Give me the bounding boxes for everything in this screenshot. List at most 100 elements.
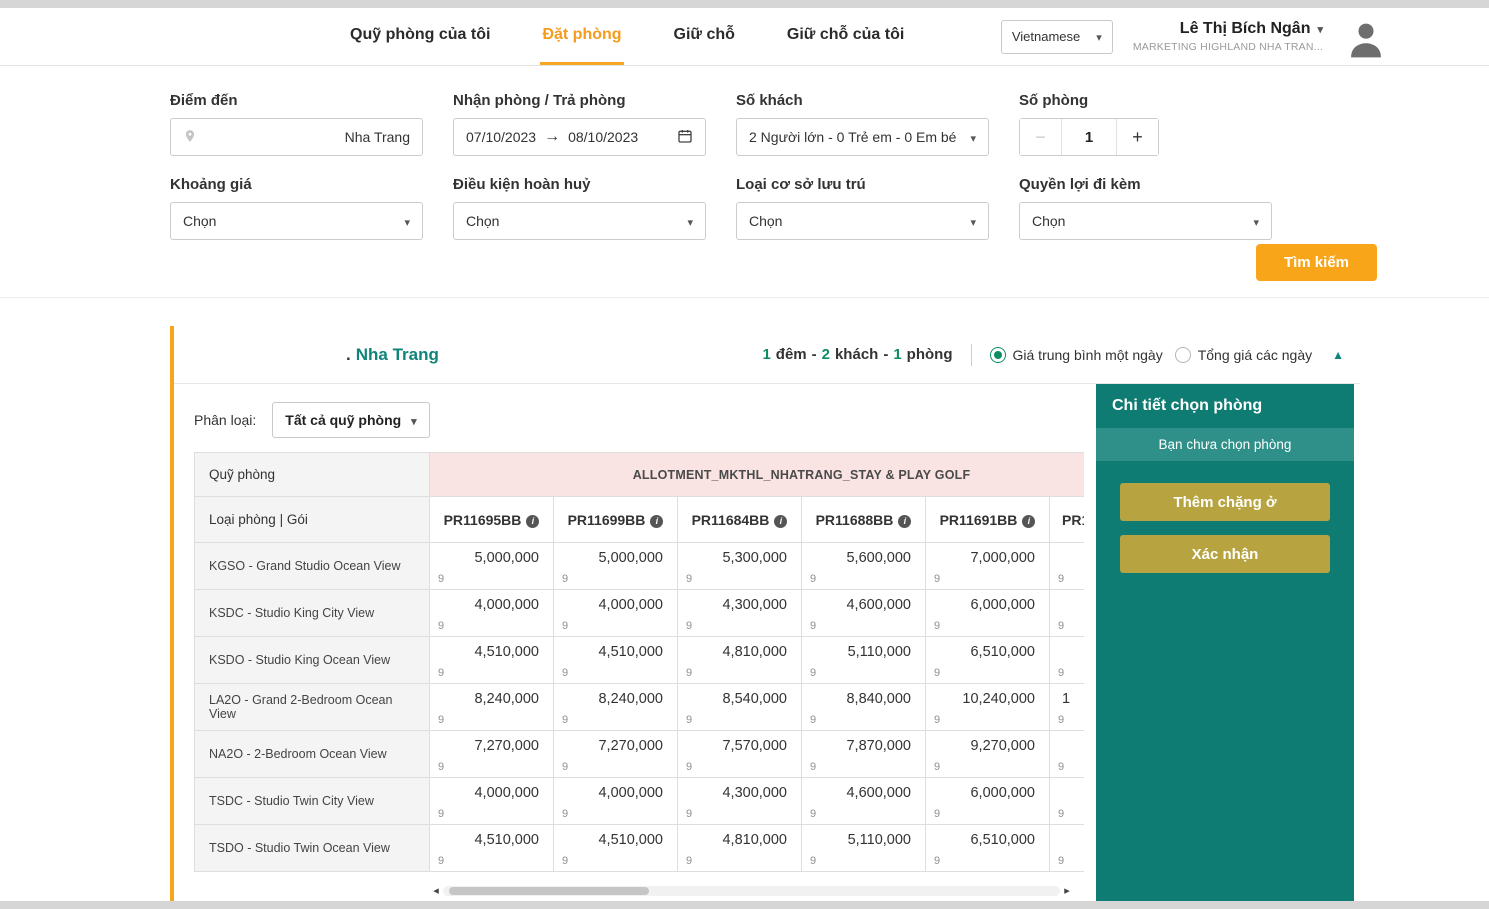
price-cell[interactable]: 10,240,0009	[926, 684, 1050, 731]
price-cell[interactable]: 4,510,0009	[430, 637, 554, 684]
radio-total-price[interactable]: Tổng giá các ngày	[1175, 347, 1312, 363]
price-cell[interactable]: 9	[1050, 825, 1085, 872]
availability-count: 9	[934, 714, 940, 726]
nav-tab-3[interactable]: Giữ chỗ	[672, 8, 737, 65]
price-cell[interactable]: 7,270,0009	[430, 731, 554, 778]
price-cell[interactable]: 8,540,0009	[678, 684, 802, 731]
scroll-left-arrow-icon[interactable]	[429, 884, 443, 897]
daterange-input[interactable]: 07/10/2023 08/10/2023	[453, 118, 706, 156]
table-row: TSDO - Studio Twin Ocean View4,510,00094…	[195, 825, 1085, 872]
confirm-button[interactable]: Xác nhận	[1120, 535, 1330, 573]
price-cell[interactable]: 8,840,0009	[802, 684, 926, 731]
price-cell[interactable]: 4,300,0009	[678, 778, 802, 825]
search-button[interactable]: Tìm kiếm	[1256, 244, 1377, 281]
price-cell[interactable]: 8,240,0009	[554, 684, 678, 731]
price-cell[interactable]: 7,570,0009	[678, 731, 802, 778]
avatar[interactable]	[1343, 14, 1389, 60]
price-value: 4,510,000	[474, 832, 539, 848]
scrollbar-thumb[interactable]	[449, 887, 649, 895]
price-cell[interactable]: 5,000,0009	[554, 543, 678, 590]
price-value: 1	[1062, 691, 1070, 707]
price-cell[interactable]: 5,600,0009	[802, 543, 926, 590]
table-horizontal-scrollbar[interactable]	[429, 884, 1074, 897]
room-type-column-header: Loại phòng | Gói	[195, 497, 430, 543]
price-cell[interactable]: 6,510,0009	[926, 637, 1050, 684]
destination-input[interactable]: Nha Trang	[170, 118, 423, 156]
price-cell[interactable]: 5,300,0009	[678, 543, 802, 590]
price-cell[interactable]: 4,510,0009	[430, 825, 554, 872]
language-value: Vietnamese	[1012, 29, 1080, 44]
add-stay-button[interactable]: Thêm chặng ở	[1120, 483, 1330, 521]
info-icon[interactable]	[1022, 515, 1035, 528]
info-icon[interactable]	[650, 515, 663, 528]
price-cell[interactable]: 6,000,0009	[926, 590, 1050, 637]
price-cell[interactable]: 5,110,0009	[802, 637, 926, 684]
guests-label: Số khách	[736, 92, 989, 109]
scrollbar-track[interactable]	[443, 886, 1060, 896]
availability-count: 9	[686, 667, 692, 679]
info-icon[interactable]	[898, 515, 911, 528]
user-menu[interactable]: Lê Thị Bích Ngân MARKETING HIGHLAND NHA …	[1133, 20, 1323, 53]
price-cell[interactable]: 4,600,0009	[802, 590, 926, 637]
price-cell[interactable]: 9	[1050, 731, 1085, 778]
price-cell[interactable]: 4,600,0009	[802, 778, 926, 825]
price-cell[interactable]: 8,240,0009	[430, 684, 554, 731]
room-type-label: KSDC - Studio King City View	[195, 590, 430, 637]
collapse-arrow-icon[interactable]	[1332, 346, 1344, 364]
price-value: 4,510,000	[598, 644, 663, 660]
price-value: 7,000,000	[970, 550, 1035, 566]
nav-tab-2[interactable]: Đặt phòng	[540, 8, 623, 65]
price-cell[interactable]: 4,810,0009	[678, 637, 802, 684]
info-icon[interactable]	[774, 515, 787, 528]
price-cell[interactable]: 4,300,0009	[678, 590, 802, 637]
availability-count: 9	[1058, 761, 1064, 773]
price-cell[interactable]: 19	[1050, 684, 1085, 731]
cancellation-select[interactable]: Chọn	[453, 202, 706, 240]
language-select[interactable]: Vietnamese	[1001, 20, 1113, 54]
price-value: 4,000,000	[598, 785, 663, 801]
nav-tab-4[interactable]: Giữ chỗ của tôi	[785, 8, 906, 65]
table-row: LA2O - Grand 2-Bedroom Ocean View8,240,0…	[195, 684, 1085, 731]
nav-tab-1[interactable]: Quỹ phòng của tôi	[348, 8, 492, 65]
price-cell[interactable]: 4,000,0009	[430, 778, 554, 825]
price-range-select[interactable]: Chọn	[170, 202, 423, 240]
chevron-down-icon	[970, 213, 976, 229]
guests-select[interactable]: 2 Người lớn - 0 Trẻ em - 0 Em bé	[736, 118, 989, 156]
chevron-down-icon	[411, 412, 417, 428]
price-range-value: Chọn	[183, 213, 216, 229]
price-cell[interactable]: 4,810,0009	[678, 825, 802, 872]
table-scroll-viewport: Quỹ phòngALLOTMENT_MKTHL_NHATRANG_STAY &…	[194, 452, 1084, 872]
price-cell[interactable]: 5,110,0009	[802, 825, 926, 872]
price-cell[interactable]: 7,270,0009	[554, 731, 678, 778]
rooms-increment-button[interactable]: +	[1116, 119, 1158, 155]
location-pin-icon	[183, 129, 197, 146]
price-cell[interactable]: 9	[1050, 637, 1085, 684]
price-cell[interactable]: 4,000,000 9	[554, 778, 678, 825]
availability-count: 9	[562, 667, 568, 679]
price-cell[interactable]: 5,000,0009	[430, 543, 554, 590]
price-cell[interactable]: 6,510,0009	[926, 825, 1050, 872]
rate-code-header: PR11695BB	[430, 497, 554, 543]
price-cell[interactable]: 4,510,0009	[554, 825, 678, 872]
radio-avg-price[interactable]: Giá trung bình một ngày	[990, 347, 1163, 363]
price-cell[interactable]: 9,270,0009	[926, 731, 1050, 778]
rooms-decrement-button[interactable]: −	[1020, 119, 1062, 155]
info-icon[interactable]	[526, 515, 539, 528]
availability-count: 9	[562, 808, 568, 820]
chevron-down-icon	[687, 213, 693, 229]
price-cell[interactable]: 9	[1050, 543, 1085, 590]
price-cell[interactable]: 4,000,0009	[430, 590, 554, 637]
price-cell[interactable]: 7,870,0009	[802, 731, 926, 778]
fund-filter-select[interactable]: Tất cả quỹ phòng	[272, 402, 429, 438]
filter-label: Phân loại:	[194, 412, 256, 428]
price-cell[interactable]: 4,510,000 9	[554, 637, 678, 684]
price-cell[interactable]: 7,000,0009	[926, 543, 1050, 590]
availability-count: 9	[438, 761, 444, 773]
price-cell[interactable]: 9	[1050, 590, 1085, 637]
price-cell[interactable]: 9	[1050, 778, 1085, 825]
price-cell[interactable]: 6,000,0009	[926, 778, 1050, 825]
price-cell[interactable]: 4,000,0009	[554, 590, 678, 637]
scroll-right-arrow-icon[interactable]	[1060, 884, 1074, 897]
property-type-select[interactable]: Chọn	[736, 202, 989, 240]
benefits-select[interactable]: Chọn	[1019, 202, 1272, 240]
